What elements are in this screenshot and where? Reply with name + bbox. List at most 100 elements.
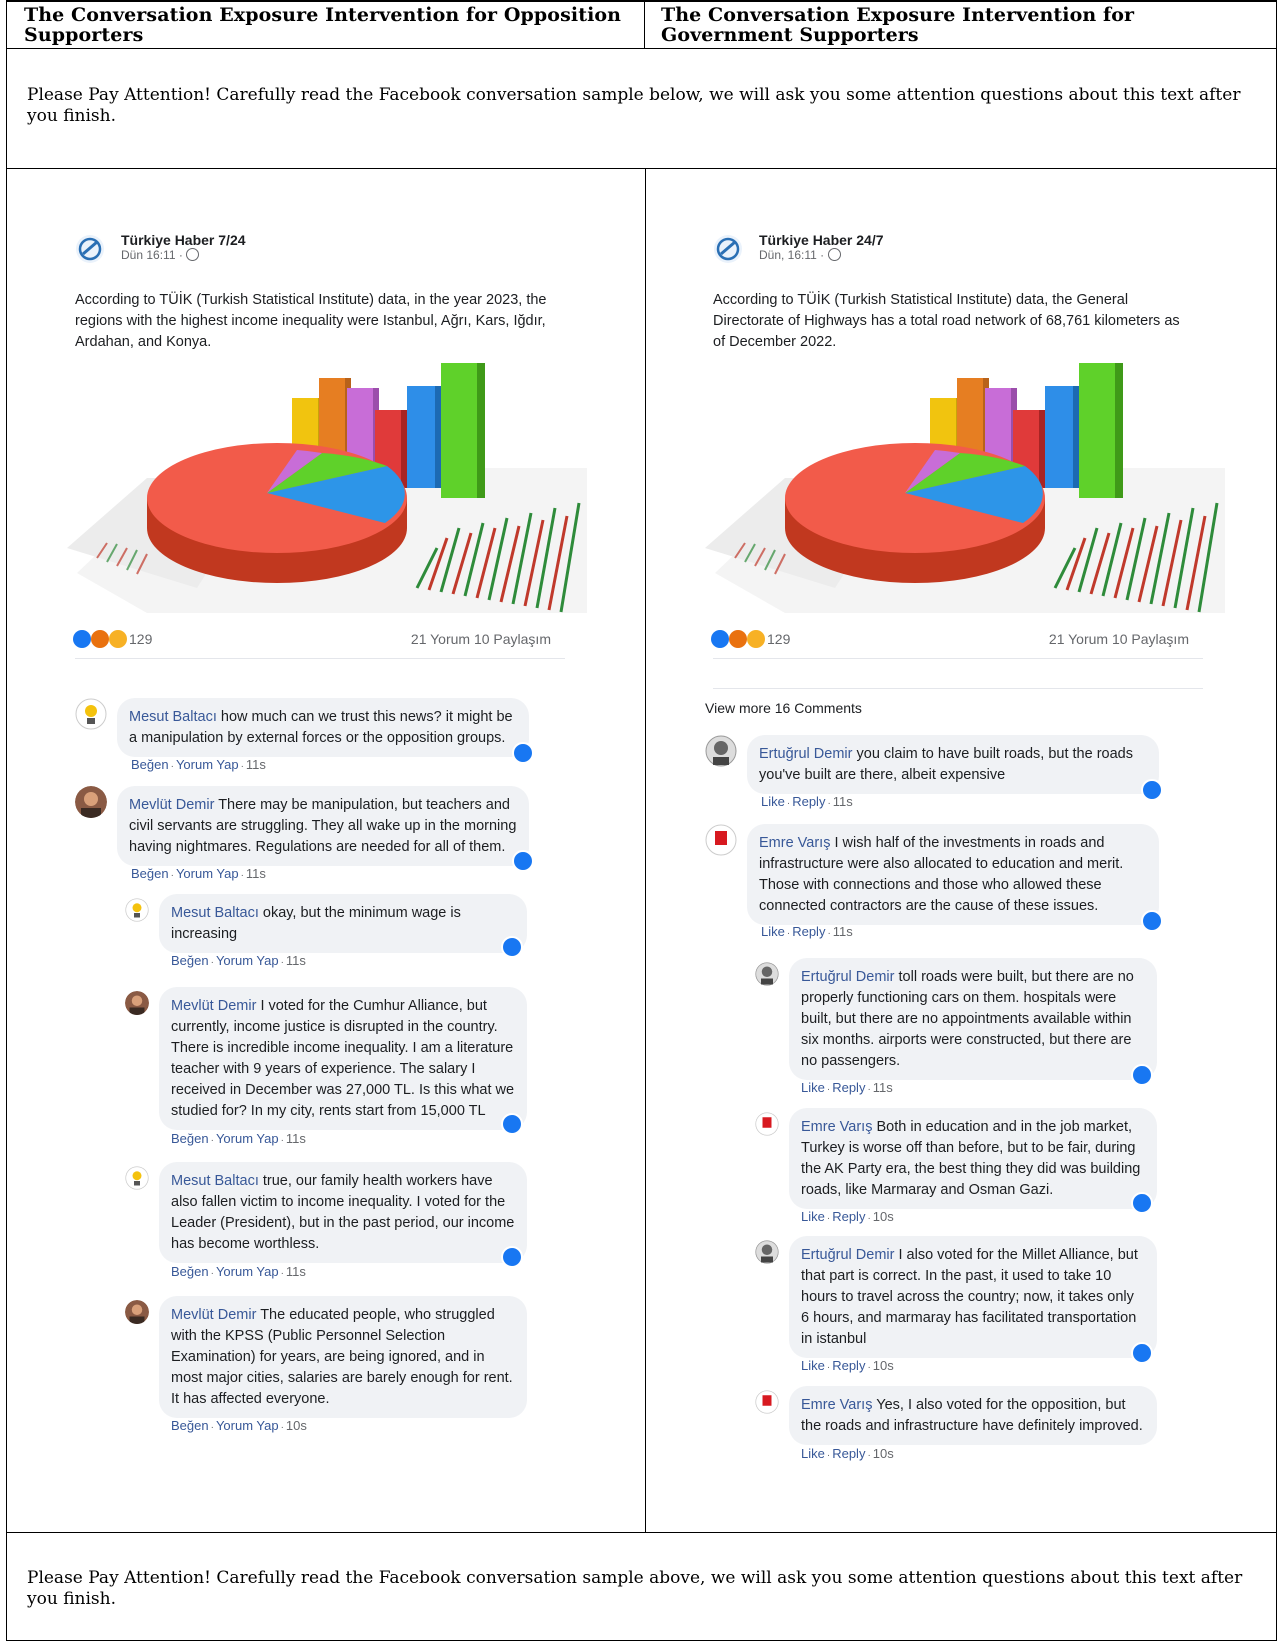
comment-actions: Beğen · Yorum Yap · 10s (171, 1418, 307, 1433)
comment-bubble: Mesut Baltacı how much can we trust this… (117, 698, 529, 757)
post-time-text: Dün 16:11 · (121, 248, 183, 262)
reply-link[interactable]: Reply (832, 1358, 865, 1373)
like-link[interactable]: Like (801, 1209, 825, 1224)
comment-author[interactable]: Mevlüt Demir (171, 998, 256, 1014)
reply-link[interactable]: Yorum Yap (216, 1131, 279, 1146)
comment-author[interactable]: Ertuğrul Demir (801, 969, 894, 985)
like-icon (1131, 1192, 1153, 1214)
like-link[interactable]: Beğen (171, 953, 209, 968)
reply-link[interactable]: Reply (792, 924, 825, 939)
comment-author[interactable]: Mesut Baltacı (129, 709, 217, 725)
comment-actions: Beğen · Yorum Yap · 11s (131, 866, 266, 881)
wow-reaction-icon (109, 630, 127, 648)
reply-link[interactable]: Yorum Yap (216, 953, 279, 968)
post-chart-image (67, 358, 587, 613)
reply-link[interactable]: Reply (832, 1446, 865, 1461)
like-link[interactable]: Beğen (131, 757, 169, 772)
page-name[interactable]: Türkiye Haber 24/7 (759, 232, 884, 248)
page-name[interactable]: Türkiye Haber 7/24 (121, 232, 246, 248)
figure-table: The Conversation Exposure Intervention f… (6, 0, 1277, 1641)
comment-time: 11s (245, 866, 266, 881)
reactions-bar: 129 21 Yorum 10 Paylaşım (67, 630, 567, 650)
comment-bubble: Mevlüt Demir There may be manipulation, … (117, 786, 529, 866)
post-header: Türkiye Haber 24/7 Dün, 16:11 · (705, 228, 1105, 268)
avatar (705, 735, 737, 767)
avatar (75, 698, 107, 730)
comment-time: 11s (285, 1131, 306, 1146)
avatar (705, 824, 737, 856)
comment-author[interactable]: Mevlüt Demir (129, 797, 214, 813)
comment-time: 11s (832, 794, 853, 809)
comment-time: 10s (872, 1446, 894, 1461)
globe-icon (827, 248, 841, 261)
reply-link[interactable]: Reply (792, 794, 825, 809)
like-link[interactable]: Like (761, 794, 785, 809)
comment-author[interactable]: Ertuğrul Demir (759, 746, 852, 762)
avatar (755, 1390, 779, 1414)
facebook-post-left: Türkiye Haber 7/24 Dün 16:11 · According… (67, 228, 577, 1468)
like-link[interactable]: Like (801, 1446, 825, 1461)
wow-reaction-icon (747, 630, 765, 648)
like-icon (1131, 1342, 1153, 1364)
reply-link[interactable]: Yorum Yap (176, 866, 239, 881)
like-link[interactable]: Beğen (171, 1264, 209, 1279)
reply-link[interactable]: Reply (832, 1080, 865, 1095)
reaction-count[interactable]: 129 (129, 631, 152, 647)
like-link[interactable]: Beğen (171, 1131, 209, 1146)
comment-actions: Like · Reply · 11s (761, 794, 853, 809)
reply-link[interactable]: Yorum Yap (216, 1418, 279, 1433)
comment-actions: Beğen · Yorum Yap · 11s (171, 1264, 306, 1279)
comment-actions: Beğen · Yorum Yap · 11s (171, 953, 306, 968)
separator (713, 688, 1203, 689)
rule (7, 48, 1276, 49)
like-link[interactable]: Beğen (131, 866, 169, 881)
comment-time: 10s (872, 1209, 894, 1224)
angry-reaction-icon (91, 630, 109, 648)
comment-actions: Beğen · Yorum Yap · 11s (131, 757, 266, 772)
comment-author[interactable]: Emre Varış (801, 1119, 872, 1135)
like-icon (512, 742, 534, 764)
avatar (75, 786, 107, 818)
comment-author[interactable]: Emre Varış (801, 1397, 872, 1413)
comment-time: 11s (285, 953, 306, 968)
like-link[interactable]: Like (801, 1358, 825, 1373)
comment-author[interactable]: Mesut Baltacı (171, 905, 259, 921)
reaction-count[interactable]: 129 (767, 631, 790, 647)
like-icon (501, 936, 523, 958)
avatar (125, 1166, 149, 1190)
comment-text: I voted for the Cumhur Alliance, but cur… (171, 998, 515, 1119)
post-time: Dün 16:11 · (121, 248, 200, 262)
comment-author[interactable]: Mesut Baltacı (171, 1173, 259, 1189)
reply-link[interactable]: Yorum Yap (176, 757, 239, 772)
rule (7, 168, 1276, 169)
comment-author[interactable]: Emre Varış (759, 835, 830, 851)
comment-actions: Beğen · Yorum Yap · 11s (171, 1131, 306, 1146)
like-icon (512, 850, 534, 872)
comment-bubble: Ertuğrul Demir toll roads were built, bu… (789, 958, 1157, 1080)
view-more-comments-link[interactable]: View more 16 Comments (705, 700, 862, 716)
reply-link[interactable]: Reply (832, 1209, 865, 1224)
like-link[interactable]: Like (761, 924, 785, 939)
comment-actions: Like · Reply · 10s (801, 1358, 894, 1373)
reply-link[interactable]: Yorum Yap (216, 1264, 279, 1279)
comment-author[interactable]: Ertuğrul Demir (801, 1247, 894, 1263)
comment-time: 11s (245, 757, 266, 772)
comments-shares-count[interactable]: 21 Yorum 10 Paylaşım (411, 631, 551, 647)
like-link[interactable]: Like (801, 1080, 825, 1095)
like-link[interactable]: Beğen (171, 1418, 209, 1433)
comment-bubble: Emre Varış Yes, I also voted for the opp… (789, 1386, 1157, 1445)
attention-notice-bottom: Please Pay Attention! Carefully read the… (27, 1568, 1243, 1609)
comment-bubble: Mevlüt Demir The educated people, who st… (159, 1296, 527, 1418)
like-icon (501, 1246, 523, 1268)
facebook-post-right: Türkiye Haber 24/7 Dün, 16:11 · Accordin… (705, 228, 1215, 1528)
column-header-right: The Conversation Exposure Intervention f… (661, 4, 1135, 46)
avatar (755, 1240, 779, 1264)
comment-bubble: Ertuğrul Demir I also voted for the Mill… (789, 1236, 1157, 1358)
comment-bubble: Ertuğrul Demir you claim to have built r… (747, 735, 1159, 794)
comments-shares-count[interactable]: 21 Yorum 10 Paylaşım (1049, 631, 1189, 647)
comment-author[interactable]: Mevlüt Demir (171, 1307, 256, 1323)
separator (713, 658, 1203, 659)
avatar (125, 991, 149, 1015)
avatar (755, 962, 779, 986)
comment-actions: Like · Reply · 11s (761, 924, 853, 939)
